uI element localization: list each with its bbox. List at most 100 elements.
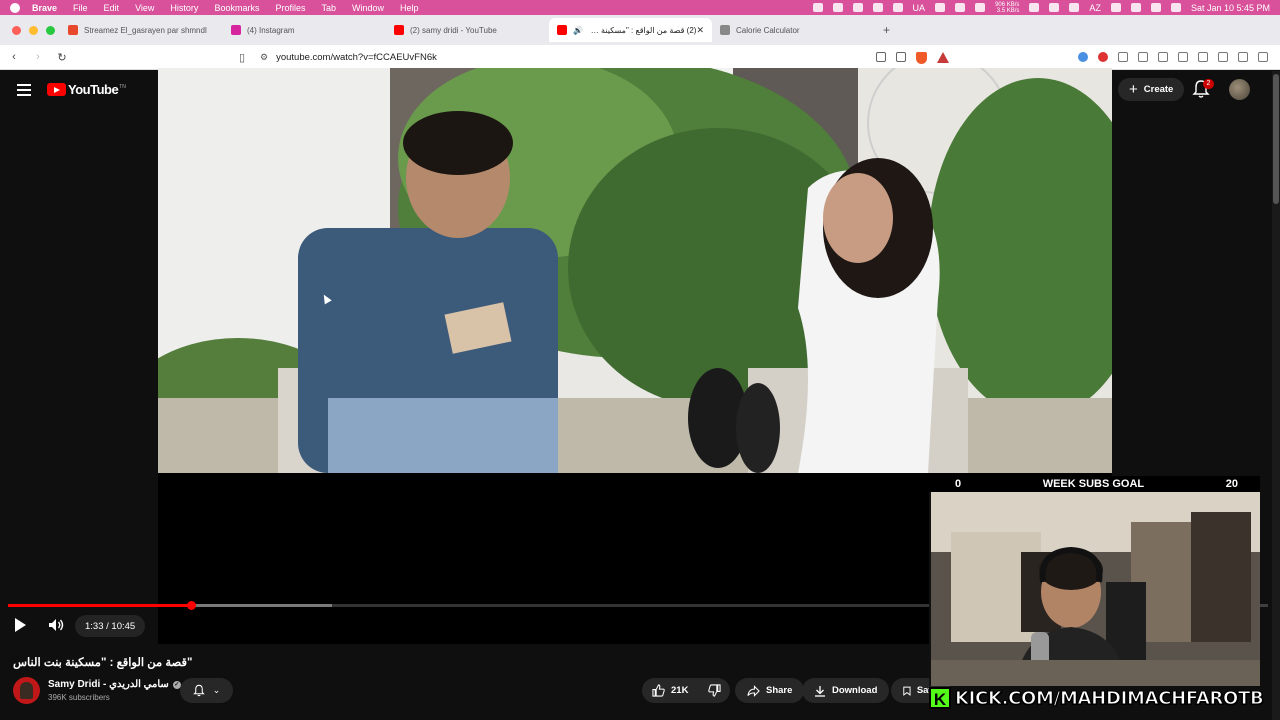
- subscription-notifications-button[interactable]: ⌄: [180, 678, 233, 703]
- status-icon[interactable]: [1049, 3, 1060, 12]
- record-extension-icon[interactable]: [1098, 52, 1108, 62]
- video-scene-image: [158, 68, 1112, 473]
- volume-icon[interactable]: [48, 617, 64, 633]
- menu-help[interactable]: Help: [400, 3, 419, 13]
- page-scrollbar[interactable]: [1272, 71, 1280, 720]
- status-icon[interactable]: [1069, 3, 1080, 12]
- account-avatar[interactable]: [1229, 79, 1250, 100]
- tab-youtube-video[interactable]: 🔊 (2) قصة من الواقع : "مسكينة ب... ✕: [549, 18, 712, 42]
- search-icon[interactable]: [1150, 3, 1161, 12]
- video-frame[interactable]: [158, 68, 1112, 473]
- clock[interactable]: Sat Jan 10 5:45 PM: [1191, 3, 1270, 13]
- logo-wordmark: YouTube: [68, 82, 119, 97]
- url-field[interactable]: youtube.com/watch?v=fCCAEUvFN6k: [276, 52, 437, 63]
- hamburger-menu-icon[interactable]: [17, 83, 31, 96]
- like-count: 21K: [671, 685, 689, 696]
- download-button[interactable]: Download: [802, 678, 890, 703]
- bookmark-icon[interactable]: ▯: [232, 51, 252, 64]
- tab-label: (2) samy dridi - YouTube: [410, 25, 497, 35]
- share-button[interactable]: Share: [735, 678, 805, 703]
- status-icon[interactable]: [812, 3, 823, 12]
- menu-edit[interactable]: Edit: [104, 3, 120, 13]
- menu-view[interactable]: View: [135, 3, 154, 13]
- new-tab-button[interactable]: +: [883, 23, 890, 37]
- window-controls: [0, 25, 60, 35]
- menu-tab[interactable]: Tab: [321, 3, 336, 13]
- video-title: "قصة من الواقع : "مسكينة بنت الناس: [13, 657, 193, 669]
- tab-streamez[interactable]: Streamez El_gasrayen par shmndl: [60, 18, 223, 42]
- zoom-window-button[interactable]: [46, 25, 55, 35]
- net-down: 3.5 KB/s: [996, 7, 1020, 14]
- menu-profiles[interactable]: Profiles: [275, 3, 305, 13]
- like-button[interactable]: 21K: [642, 678, 698, 703]
- tab-favicon: [720, 25, 730, 35]
- status-icon[interactable]: [892, 3, 903, 12]
- battery-icon[interactable]: [1110, 3, 1121, 12]
- plus-icon: +: [1129, 80, 1138, 98]
- menu-app[interactable]: Brave: [32, 3, 57, 13]
- status-icon[interactable]: [955, 3, 966, 12]
- brave-rewards-icon[interactable]: [937, 52, 949, 63]
- site-info-icon[interactable]: ⚙: [260, 52, 268, 63]
- leo-ai-icon[interactable]: [1218, 52, 1228, 62]
- menu-file[interactable]: File: [73, 3, 88, 13]
- share-label: Share: [766, 685, 793, 696]
- scrubber-handle[interactable]: [186, 601, 196, 610]
- menu-window[interactable]: Window: [352, 3, 384, 13]
- menu-bookmarks[interactable]: Bookmarks: [214, 3, 259, 13]
- tab-favicon: [68, 25, 78, 35]
- wallet-icon[interactable]: [1198, 52, 1208, 62]
- close-tab-icon[interactable]: ✕: [696, 25, 704, 36]
- channel-avatar[interactable]: [13, 677, 40, 704]
- status-icon[interactable]: [1029, 3, 1040, 12]
- channel-name-row[interactable]: Samy Dridi - سامي الدريدي ✓: [48, 679, 181, 690]
- status-icon[interactable]: [852, 3, 863, 12]
- control-center-icon[interactable]: [1170, 3, 1181, 12]
- extension-icon[interactable]: [1138, 52, 1148, 62]
- menu-history[interactable]: History: [170, 3, 198, 13]
- address-bar-row: ‹ › ↻ ▯ ⚙ youtube.com/watch?v=fCCAEUvFN6…: [0, 45, 1280, 70]
- network-speed: 906 KB/s 3.5 KB/s: [995, 2, 1019, 14]
- sidebar-icon[interactable]: [1178, 52, 1188, 62]
- address-actions: [876, 52, 949, 64]
- youtube-logo[interactable]: YouTube TN: [47, 82, 126, 97]
- reload-icon[interactable]: ↻: [52, 51, 72, 64]
- tab-instagram[interactable]: (4) Instagram: [223, 18, 386, 42]
- create-button[interactable]: + Create: [1118, 78, 1185, 101]
- extension-icon[interactable]: [1078, 52, 1088, 62]
- notification-count-badge: 2: [1203, 79, 1214, 89]
- status-icon[interactable]: [872, 3, 883, 12]
- status-icon[interactable]: [975, 3, 986, 12]
- status-icon[interactable]: [832, 3, 843, 12]
- macos-menubar: Brave File Edit View History Bookmarks P…: [0, 0, 1280, 15]
- country-code: TN: [119, 84, 126, 90]
- vpn-icon[interactable]: [1238, 52, 1248, 62]
- youtube-play-logo-icon: [47, 83, 66, 96]
- tab-label: (2) قصة من الواقع : "مسكينة ب...: [586, 25, 697, 35]
- bell-icon: [192, 684, 205, 697]
- tab-calorie-calculator[interactable]: Calorie Calculator: [712, 18, 875, 42]
- music-icon[interactable]: [1158, 52, 1168, 62]
- play-icon[interactable]: [15, 618, 26, 632]
- dislike-button[interactable]: [698, 678, 731, 703]
- channel-name[interactable]: Samy Dridi - سامي الدريدي: [48, 679, 169, 690]
- back-icon[interactable]: ‹: [4, 51, 24, 63]
- input-source[interactable]: AZ: [1089, 3, 1101, 13]
- browser-tabbar: Streamez El_gasrayen par shmndl (4) Inst…: [0, 15, 1280, 45]
- keyboard-lang[interactable]: UA: [913, 3, 926, 13]
- open-in-app-icon[interactable]: [876, 52, 886, 62]
- apple-icon[interactable]: [10, 2, 20, 13]
- tab-youtube-channel[interactable]: (2) samy dridi - YouTube: [386, 18, 549, 42]
- wifi-icon[interactable]: [1130, 3, 1141, 12]
- forward-icon[interactable]: ›: [28, 51, 48, 63]
- tab-label: Streamez El_gasrayen par shmndl: [84, 25, 207, 35]
- brave-shields-icon[interactable]: [916, 52, 927, 64]
- minimize-window-button[interactable]: [29, 25, 38, 35]
- share-page-icon[interactable]: [896, 52, 906, 62]
- extension-icon[interactable]: [1118, 52, 1128, 62]
- status-icon[interactable]: [935, 3, 946, 12]
- close-window-button[interactable]: [12, 25, 21, 35]
- scrollbar-thumb[interactable]: [1273, 74, 1279, 204]
- audio-playing-icon[interactable]: 🔊: [573, 26, 583, 35]
- menu-icon[interactable]: [1258, 52, 1268, 62]
